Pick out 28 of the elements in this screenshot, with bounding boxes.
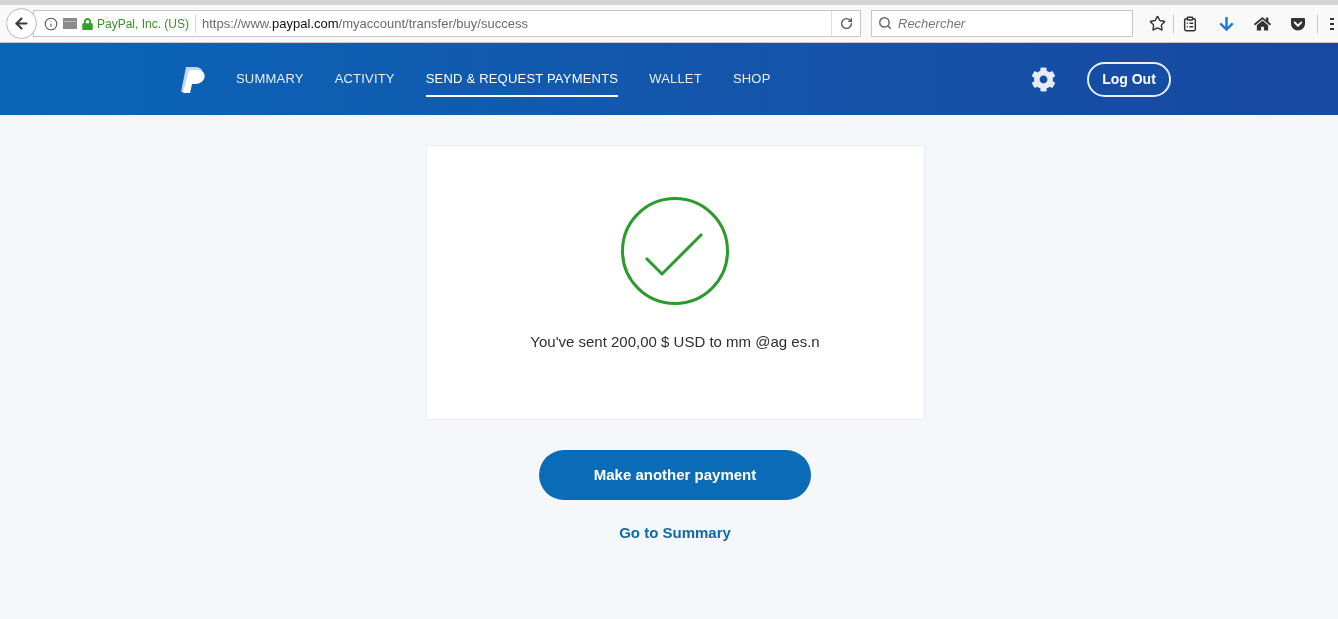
make-another-payment-button[interactable]: Make another payment: [539, 450, 811, 500]
menu-icon[interactable]: [1330, 16, 1334, 31]
settings-icon[interactable]: [1031, 66, 1056, 92]
search-icon: [878, 16, 892, 30]
info-icon[interactable]: [44, 16, 58, 31]
nav-tab[interactable]: SHOP: [732, 60, 771, 98]
go-to-summary-link[interactable]: Go to Summary: [619, 522, 731, 545]
lock-icon: [82, 17, 93, 30]
confirmation-message: You've sent 200,00 $ USD to mm @ag es.n: [530, 332, 820, 352]
download-arrow-icon: [1218, 15, 1234, 32]
star-icon: [1148, 15, 1166, 32]
site-identity[interactable]: PayPal, Inc. (US): [97, 14, 190, 33]
back-button[interactable]: [6, 8, 37, 39]
shield-chevron-icon: [1290, 15, 1306, 32]
address-bar[interactable]: PayPal, Inc. (US) https://www.paypal.com/myaccount/transfer/buy/success: [33, 10, 861, 37]
url-text: https://www.paypal.com/myaccount/transfer/buy/success: [202, 14, 529, 33]
p-logo-icon[interactable]: [180, 65, 207, 93]
clipboard-icon: [1182, 15, 1198, 32]
nav-tab[interactable]: SEND & REQUEST PAYMENTS: [425, 60, 619, 98]
log-out-button[interactable]: Log Out: [1087, 61, 1171, 97]
page-icon: [63, 18, 77, 29]
nav-tab[interactable]: SUMMARY: [236, 60, 304, 98]
nav-tab[interactable]: ACTIVITY: [334, 60, 395, 98]
reload-icon: [839, 17, 853, 30]
search-field[interactable]: Rechercher: [871, 10, 1133, 37]
home-icon: [1253, 15, 1271, 32]
nav-tab[interactable]: WALLET: [649, 60, 702, 98]
success-check-icon: [621, 197, 729, 305]
